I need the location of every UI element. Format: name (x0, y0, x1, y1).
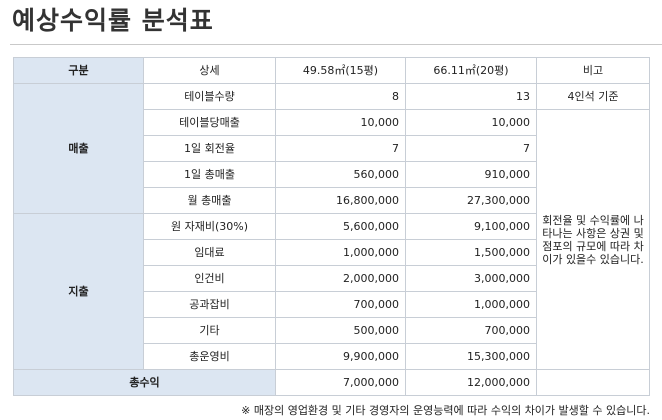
row-value-1: 7 (275, 135, 406, 162)
profit-analysis-table: 구분 상세 49.58㎡(15평) 66.11㎡(20평) 비고 매출 테이블수… (13, 57, 650, 396)
row-label: 공과잡비 (143, 291, 276, 318)
row-label: 테이블수량 (143, 83, 276, 110)
header-col1: 49.58㎡(15평) (275, 57, 406, 84)
row-value-2: 13 (405, 83, 537, 110)
total-label: 총수익 (13, 369, 276, 396)
row-label: 1일 총매출 (143, 161, 276, 188)
total-value-1: 7,000,000 (275, 369, 406, 396)
row-value-2: 7 (405, 135, 537, 162)
row-value-2: 910,000 (405, 161, 537, 188)
row-label: 월 총매출 (143, 187, 276, 214)
row-label: 총운영비 (143, 343, 276, 370)
row-label: 원 자재비(30%) (143, 213, 276, 240)
header-category: 구분 (13, 57, 144, 84)
row-value-2: 700,000 (405, 317, 537, 344)
row-label: 인건비 (143, 265, 276, 292)
row-value-2: 1,500,000 (405, 239, 537, 266)
group-revenue: 매출 (13, 83, 144, 214)
row-label: 1일 회전율 (143, 135, 276, 162)
header-col2: 66.11㎡(20평) (405, 57, 537, 84)
row-value-1: 16,800,000 (275, 187, 406, 214)
page-title: 예상수익률 분석표 (12, 6, 214, 35)
header-remark: 비고 (536, 57, 650, 84)
total-row: 총수익 7,000,000 12,000,000 (13, 369, 650, 396)
remark-note: 회전율 및 수익률에 나타나는 사항은 상권 및 점포의 규모에 따라 차이가 … (536, 109, 650, 370)
row-value-1: 560,000 (275, 161, 406, 188)
row-value-1: 700,000 (275, 291, 406, 318)
footnote: ※ 매장의 영업환경 및 기타 경영자의 운영능력에 따라 수익의 차이가 발생… (241, 404, 650, 417)
header-detail: 상세 (143, 57, 276, 84)
header-row: 구분 상세 49.58㎡(15평) 66.11㎡(20평) 비고 (13, 57, 650, 84)
table-row: 매출 테이블수량 8 13 4인석 기준 (13, 83, 650, 214)
row-label: 임대료 (143, 239, 276, 266)
row-value-1: 1,000,000 (275, 239, 406, 266)
remark-table-basis: 4인석 기준 (536, 83, 650, 110)
row-value-2: 1,000,000 (405, 291, 537, 318)
row-value-1: 10,000 (275, 109, 406, 136)
row-value-2: 3,000,000 (405, 265, 537, 292)
row-value-1: 500,000 (275, 317, 406, 344)
row-value-1: 9,900,000 (275, 343, 406, 370)
total-value-2: 12,000,000 (405, 369, 537, 396)
row-value-1: 2,000,000 (275, 265, 406, 292)
row-label: 기타 (143, 317, 276, 344)
row-value-1: 8 (275, 83, 406, 110)
row-value-2: 15,300,000 (405, 343, 537, 370)
row-value-2: 27,300,000 (405, 187, 537, 214)
row-value-1: 5,600,000 (275, 213, 406, 240)
group-expense: 지출 (13, 213, 144, 370)
row-label: 테이블당매출 (143, 109, 276, 136)
row-value-2: 9,100,000 (405, 213, 537, 240)
row-value-2: 10,000 (405, 109, 537, 136)
title-divider (10, 44, 662, 45)
total-remark (536, 369, 650, 396)
